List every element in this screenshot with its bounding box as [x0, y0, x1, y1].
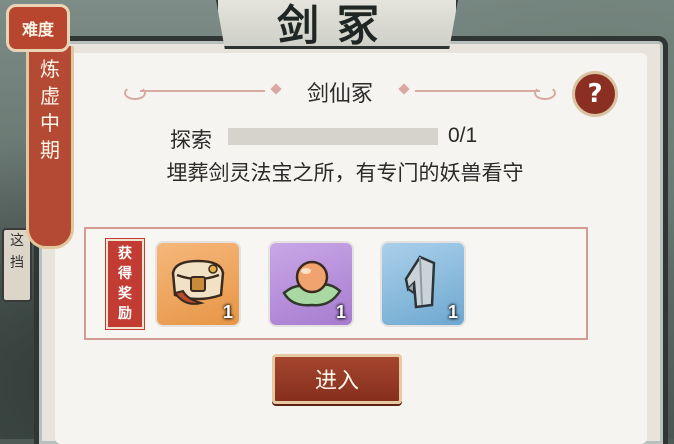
reward-item-iron-ore[interactable]: 1 — [382, 243, 464, 325]
dungeon-subtitle: 剑仙冢 — [306, 81, 373, 106]
iron-ore-icon — [404, 255, 436, 309]
difficulty-badge-label: 难度 — [21, 20, 54, 39]
explore-label: 探索 — [170, 129, 212, 152]
page-title: 剑冢 — [276, 1, 397, 50]
difficulty-badge[interactable]: 难度 — [6, 4, 70, 52]
treasure-chest-icon — [171, 259, 225, 305]
reward-quantity: 1 — [447, 302, 458, 322]
rewards-box: 获得奖励 1 1 1 — [84, 227, 588, 340]
help-button[interactable]: ? — [572, 71, 618, 117]
reward-item-spirit-orb[interactable]: 1 — [270, 243, 352, 325]
title-banner: 剑冢 — [215, 0, 459, 49]
spirit-orb-icon — [282, 260, 342, 307]
background-tag: 这挡 — [2, 228, 32, 302]
reward-quantity: 1 — [222, 302, 233, 322]
swirl-right-icon — [534, 86, 556, 100]
divider-right — [415, 90, 540, 92]
explore-progress-count: 0/1 — [448, 124, 478, 147]
enter-button[interactable]: 进入 — [272, 354, 402, 404]
level-text: 炼虚中期 — [40, 57, 60, 162]
enter-button-label: 进入 — [314, 368, 359, 393]
subtitle-row: 剑仙冢 — [120, 72, 560, 108]
explore-progress-bar — [228, 128, 438, 145]
reward-quantity: 1 — [335, 302, 346, 322]
rewards-tag: 获得奖励 — [105, 238, 145, 330]
level-strip: 炼虚中期 — [26, 46, 74, 249]
reward-item-treasure-chest[interactable]: 1 — [157, 243, 239, 325]
dungeon-description: 埋葬剑灵法宝之所，有专门的妖兽看守 — [166, 162, 524, 185]
rewards-tag-text: 获得奖励 — [118, 246, 132, 322]
background-tag-text: 这挡 — [10, 233, 24, 271]
